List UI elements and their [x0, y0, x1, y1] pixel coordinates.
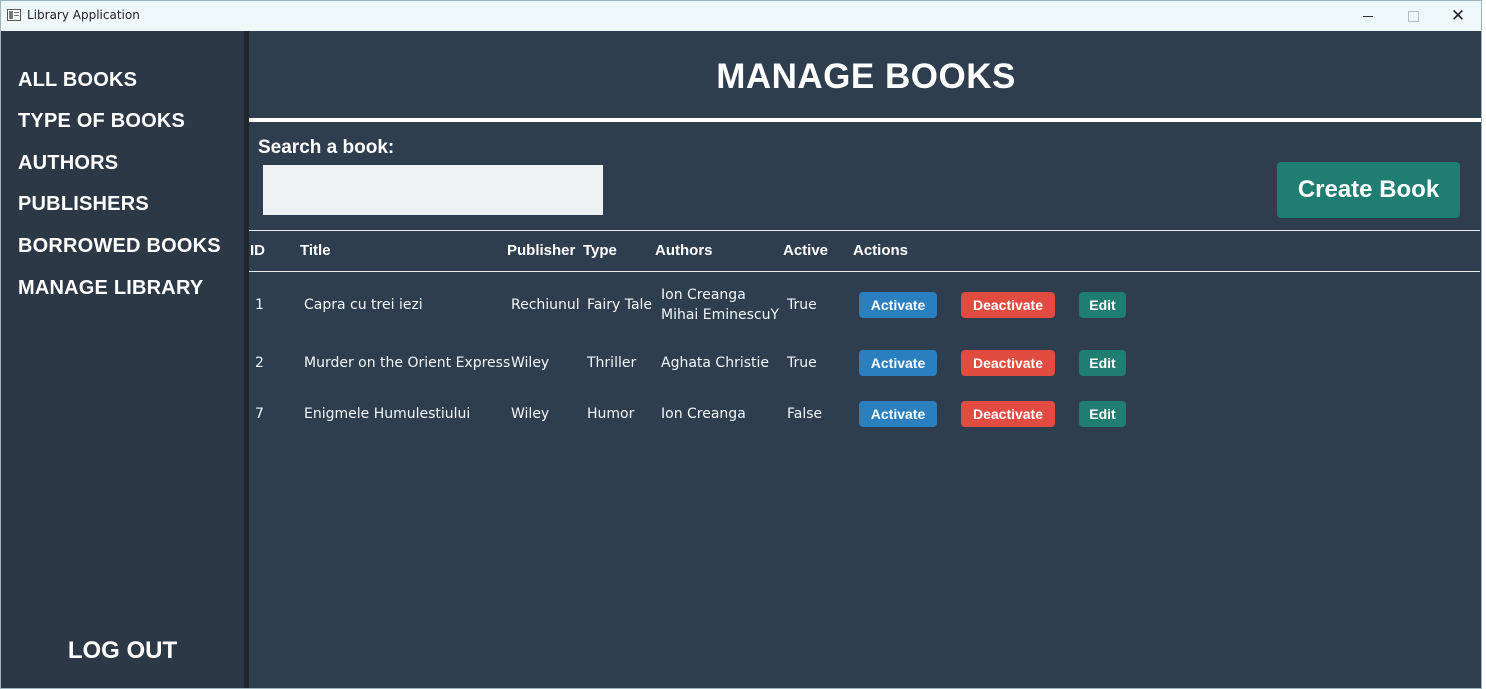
column-header-type: Type — [583, 242, 617, 259]
column-header-publisher: Publisher — [507, 242, 576, 259]
deactivate-button[interactable]: Deactivate — [961, 350, 1055, 376]
cell-publisher: Wiley — [511, 355, 550, 371]
cell-publisher: Rechiunul — [511, 297, 580, 313]
activate-button[interactable]: Activate — [859, 292, 937, 318]
cell-title: Capra cu trei iezi — [304, 297, 423, 313]
header-divider — [249, 118, 1481, 122]
deactivate-button[interactable]: Deactivate — [961, 401, 1055, 427]
cell-title: Enigmele Humulestiului — [304, 406, 471, 422]
activate-button[interactable]: Activate — [859, 401, 937, 427]
cell-active: True — [787, 297, 817, 313]
close-icon: ✕ — [1450, 6, 1466, 26]
cell-id: 1 — [255, 297, 264, 313]
page-title: MANAGE BOOKS — [716, 57, 1016, 96]
column-header-authors: Authors — [655, 242, 713, 259]
maximize-button[interactable] — [1390, 1, 1436, 31]
column-header-title: Title — [300, 242, 331, 259]
logout-button[interactable]: LOG OUT — [1, 637, 244, 665]
create-book-button[interactable]: Create Book — [1277, 162, 1460, 218]
cell-id: 7 — [255, 406, 264, 422]
title-bar: Library Application ✕ — [1, 1, 1481, 31]
minimize-button[interactable] — [1345, 1, 1391, 31]
table-header-divider — [249, 271, 1480, 272]
activate-button[interactable]: Activate — [859, 350, 937, 376]
sidebar-item-authors[interactable]: AUTHORS — [18, 152, 118, 175]
window-title: Library Application — [27, 8, 140, 22]
maximize-icon — [1407, 10, 1419, 22]
column-header-id: ID — [250, 242, 265, 259]
main-panel: MANAGE BOOKS Search a book: Create Book … — [249, 31, 1481, 688]
sidebar: ALL BOOKS TYPE OF BOOKS AUTHORS PUBLISHE… — [1, 31, 244, 688]
cell-publisher: Wiley — [511, 406, 550, 422]
cell-type: Humor — [587, 406, 635, 422]
edit-button[interactable]: Edit — [1079, 350, 1126, 376]
cell-author: Mihai EminescuY — [661, 307, 780, 323]
search-label: Search a book: — [258, 137, 395, 158]
cell-active: True — [787, 355, 817, 371]
cell-type: Fairy Tale — [587, 297, 653, 313]
column-header-actions: Actions — [853, 242, 909, 259]
cell-active: False — [787, 406, 823, 422]
sidebar-item-publishers[interactable]: PUBLISHERS — [18, 193, 149, 216]
edit-button[interactable]: Edit — [1079, 292, 1126, 318]
app-window: Library Application ✕ ALL BOOKS TYPE OF … — [0, 0, 1482, 689]
cell-author: Aghata Christie — [661, 355, 770, 371]
sidebar-item-type-of-books[interactable]: TYPE OF BOOKS — [18, 110, 185, 133]
sidebar-item-borrowed-books[interactable]: BORROWED BOOKS — [18, 235, 221, 258]
column-header-active: Active — [783, 242, 829, 259]
close-button[interactable]: ✕ — [1435, 1, 1481, 31]
minimize-icon — [1363, 15, 1373, 17]
edit-button[interactable]: Edit — [1079, 401, 1126, 427]
sidebar-item-all-books[interactable]: ALL BOOKS — [18, 69, 137, 92]
deactivate-button[interactable]: Deactivate — [961, 292, 1055, 318]
cell-author: Ion Creanga — [661, 406, 746, 422]
cell-id: 2 — [255, 355, 264, 371]
sidebar-item-manage-library[interactable]: MANAGE LIBRARY — [18, 277, 203, 300]
table-top-divider — [249, 230, 1480, 231]
search-input[interactable] — [263, 165, 603, 215]
cell-author: Ion Creanga — [661, 287, 746, 303]
app-window-icon — [7, 9, 21, 21]
cell-title: Murder on the Orient Express — [304, 355, 511, 371]
cell-type: Thriller — [587, 355, 637, 371]
